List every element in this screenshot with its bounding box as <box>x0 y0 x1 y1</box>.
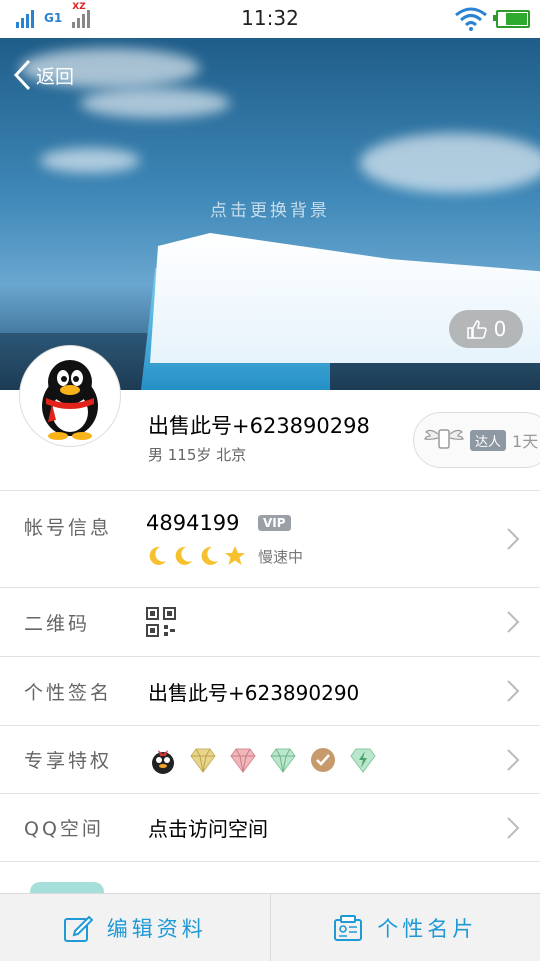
like-button[interactable]: 0 <box>449 310 523 348</box>
talent-days: 1天 <box>512 428 538 452</box>
cloud-decoration <box>40 148 140 173</box>
back-button[interactable]: 返回 <box>12 58 74 92</box>
moon-icon <box>146 545 168 567</box>
red-diamond-icon <box>228 745 258 775</box>
penguin-badge-icon <box>148 745 178 775</box>
cloud-decoration <box>360 133 540 193</box>
row-label-qrcode: 二维码 <box>24 609 90 636</box>
personal-card-label: 个性名片 <box>377 913 477 943</box>
signature-value: 出售此号+623890290 <box>148 677 359 706</box>
yellow-diamond-icon <box>188 745 218 775</box>
chevron-right-icon <box>506 527 520 551</box>
row-label-privilege: 专享特权 <box>24 746 112 773</box>
lightning-diamond-icon <box>348 745 378 775</box>
row-qrcode[interactable]: 二维码 <box>0 587 540 656</box>
row-label-account: 帐号信息 <box>24 513 112 540</box>
wifi-icon <box>454 7 488 31</box>
thumbs-up-icon <box>466 318 488 340</box>
qq-level: 慢速中 <box>146 545 303 567</box>
back-label: 返回 <box>36 62 74 89</box>
bottom-bar: 编辑资料 个性名片 <box>0 893 540 961</box>
change-background-hint[interactable]: 点击更换背景 <box>0 196 540 221</box>
profile-cover[interactable]: 返回 点击更换背景 0 <box>0 38 540 390</box>
row-label-qzone: QQ空间 <box>24 814 104 841</box>
green-diamond-icon <box>268 745 298 775</box>
profile-name: 出售此号+623890298 <box>148 410 370 440</box>
gold-check-icon <box>308 745 338 775</box>
qzone-value: 点击访问空间 <box>148 813 268 842</box>
chevron-right-icon <box>506 679 520 703</box>
speed-status: 慢速中 <box>258 546 303 567</box>
winged-phone-icon <box>424 425 464 455</box>
talent-label: 达人 <box>470 430 506 451</box>
qrcode-icon <box>146 607 176 637</box>
row-signature[interactable]: 个性签名 出售此号+623890290 <box>0 656 540 725</box>
profile-meta: 男 115岁 北京 <box>148 444 246 465</box>
avatar[interactable] <box>20 346 120 446</box>
row-label-signature: 个性签名 <box>24 678 112 705</box>
vip-badge: VIP <box>258 515 291 531</box>
row-account-info[interactable]: 帐号信息 4894199 VIP 慢速中 <box>0 490 540 587</box>
chevron-right-icon <box>506 748 520 772</box>
moon-icon <box>198 545 220 567</box>
account-number: 4894199 <box>146 511 240 535</box>
privilege-icons <box>148 745 378 775</box>
cloud-decoration <box>80 88 230 118</box>
talent-badge-button[interactable]: 达人 1天 <box>413 412 540 468</box>
edit-icon <box>63 913 93 943</box>
moon-icon <box>172 545 194 567</box>
business-card-icon <box>333 913 363 943</box>
penguin-avatar-icon <box>22 348 118 444</box>
status-right <box>454 7 530 31</box>
chevron-right-icon <box>506 610 520 634</box>
edit-profile-button[interactable]: 编辑资料 <box>0 894 270 961</box>
back-chevron-icon <box>12 58 32 92</box>
battery-icon <box>496 10 530 28</box>
edit-profile-label: 编辑资料 <box>107 913 207 943</box>
star-icon <box>224 545 246 567</box>
status-bar: G1 XZ 11:32 <box>0 0 540 38</box>
personal-card-button[interactable]: 个性名片 <box>270 894 540 961</box>
like-count: 0 <box>494 317 507 341</box>
row-qzone[interactable]: QQ空间 点击访问空间 <box>0 793 540 862</box>
row-privilege[interactable]: 专享特权 <box>0 725 540 793</box>
chevron-right-icon <box>506 816 520 840</box>
